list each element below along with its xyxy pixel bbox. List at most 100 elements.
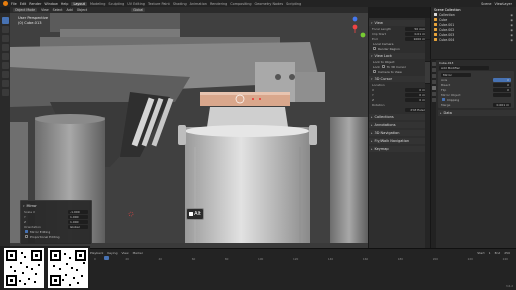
frame-tick-label: 0 bbox=[94, 257, 96, 261]
menu-file[interactable]: File bbox=[11, 2, 17, 6]
eye-icon[interactable]: ◉ bbox=[510, 28, 513, 32]
mesh-object-icon bbox=[434, 38, 437, 41]
workspace-tab-compositing[interactable]: Compositing bbox=[230, 2, 251, 6]
mirror-flip-x-toggle[interactable]: X bbox=[493, 87, 511, 92]
focal-length-field[interactable]: 50 mm bbox=[405, 26, 427, 31]
measure-tool-icon[interactable] bbox=[1, 80, 9, 87]
collapse-arrow-icon: ▾ bbox=[371, 21, 373, 25]
merge-distance-field[interactable]: 0.001 m bbox=[493, 102, 511, 107]
orientation-selector[interactable]: Global bbox=[68, 224, 88, 229]
move-tool-icon[interactable] bbox=[1, 35, 9, 42]
select-tool-icon[interactable] bbox=[1, 17, 9, 24]
playhead[interactable] bbox=[104, 256, 109, 260]
menu-window[interactable]: Window bbox=[44, 2, 57, 6]
start-frame-field[interactable]: 1 bbox=[489, 251, 491, 255]
outliner-item[interactable]: Cube.004 ◉ bbox=[431, 37, 516, 42]
eye-icon[interactable]: ◉ bbox=[510, 38, 513, 42]
mode-selector[interactable]: Object Mode bbox=[13, 8, 38, 12]
proportional-editing-checkbox[interactable]: Proportional Editing bbox=[21, 234, 91, 239]
expand-arrow-icon: ▸ bbox=[371, 131, 373, 135]
workspace-tab-scripting[interactable]: Scripting bbox=[286, 2, 301, 6]
mirror-axis-x-toggle[interactable]: X bbox=[493, 77, 511, 82]
blender-logo-icon[interactable] bbox=[3, 1, 8, 6]
menu-render[interactable]: Render bbox=[29, 2, 41, 6]
menu-marker[interactable]: Marker bbox=[133, 251, 143, 255]
output-tab-icon[interactable] bbox=[431, 74, 436, 78]
redo-last-panel: ▾ Mirror Scale X -1.000 Y 1.000 Z 1.000 Orie… bbox=[20, 200, 92, 245]
mesh-object-icon bbox=[434, 28, 437, 31]
annotations-panel-header[interactable]: ▸ Annotations bbox=[369, 122, 430, 128]
camera-to-view-checkbox[interactable]: Camera to View bbox=[369, 69, 430, 74]
view-layer-selector[interactable]: ViewLayer bbox=[495, 2, 513, 6]
menu-playback[interactable]: Playback bbox=[90, 251, 103, 255]
material-tab-icon[interactable] bbox=[431, 98, 436, 102]
menu-object[interactable]: Object bbox=[77, 8, 87, 12]
workspace-tab-animation[interactable]: Animation bbox=[190, 2, 207, 6]
timeline-ruler[interactable]: 0 20 40 60 80 100 120 140 160 180 200 22… bbox=[90, 257, 516, 261]
scale-y-field[interactable]: 1.000 bbox=[68, 214, 88, 219]
end-frame-field[interactable]: 250 bbox=[504, 251, 510, 255]
eye-icon[interactable]: ◉ bbox=[510, 23, 513, 27]
keymap-panel-header[interactable]: ▸ Keymap bbox=[369, 146, 430, 152]
clip-start-field[interactable]: 0.01 m bbox=[405, 31, 427, 36]
menu-edit[interactable]: Edit bbox=[20, 2, 27, 6]
menu-view[interactable]: View bbox=[41, 8, 49, 12]
workspace-tab-texture-paint[interactable]: Texture Paint bbox=[148, 2, 170, 6]
mirror-object-field[interactable] bbox=[493, 92, 511, 97]
add-cube-tool-icon[interactable] bbox=[1, 89, 9, 96]
status-bar: 3.6.2 bbox=[430, 284, 516, 290]
mirror-bisect-x-toggle[interactable]: X bbox=[493, 82, 511, 87]
workspace-tab-uv-editing[interactable]: UV Editing bbox=[127, 2, 145, 6]
workspace-tab-rendering[interactable]: Rendering bbox=[210, 2, 227, 6]
qr-code-overlay bbox=[0, 246, 90, 290]
transform-tool-icon[interactable] bbox=[1, 62, 9, 69]
scene-selector[interactable]: Scene bbox=[481, 2, 491, 6]
cursor-y-field[interactable]: 0 m bbox=[405, 92, 427, 97]
frame-tick-label: 40 bbox=[158, 257, 163, 261]
modifier-name-field[interactable]: Mirror bbox=[441, 72, 471, 77]
cursor-z-field[interactable]: 0 m bbox=[405, 97, 427, 102]
mesh-object-icon bbox=[434, 23, 437, 26]
workspace-tab-layout[interactable]: Layout bbox=[71, 1, 87, 6]
rotation-mode-selector[interactable]: XYZ Euler bbox=[405, 107, 427, 112]
timeline-header: Playback Keying View Marker Start 1 End … bbox=[90, 250, 516, 255]
frame-tick-label: 180 bbox=[397, 257, 404, 261]
qr-code-image bbox=[4, 248, 44, 288]
add-modifier-button[interactable]: Add Modifier bbox=[439, 65, 489, 70]
tool-tab-icon[interactable] bbox=[431, 62, 436, 66]
scale-x-field[interactable]: -1.000 bbox=[68, 209, 88, 214]
outliner: Scene Collection Collection ◉ Cube ◉ Cube.… bbox=[430, 7, 516, 59]
cursor-tool-icon[interactable] bbox=[1, 26, 9, 33]
workspace-tab-geometry-nodes[interactable]: Geometry Nodes bbox=[255, 2, 284, 6]
data-tab-icon[interactable] bbox=[431, 92, 436, 96]
eye-icon[interactable]: ◉ bbox=[510, 18, 513, 22]
object-tab-icon[interactable] bbox=[431, 80, 436, 84]
frame-tick-label: 240 bbox=[502, 257, 508, 261]
viewport-header: Object Mode View Select Add Object Globa… bbox=[10, 7, 368, 13]
collapse-arrow-icon: ▾ bbox=[371, 54, 373, 58]
menu-keying[interactable]: Keying bbox=[107, 251, 117, 255]
scale-z-field[interactable]: 1.000 bbox=[68, 219, 88, 224]
menu-add[interactable]: Add bbox=[67, 8, 73, 12]
clip-end-field[interactable]: 1000 m bbox=[405, 36, 427, 41]
collections-panel-header[interactable]: ▸ Collections bbox=[369, 114, 430, 120]
menu-view[interactable]: View bbox=[121, 251, 128, 255]
workspace-tab-sculpting[interactable]: Sculpting bbox=[108, 2, 124, 6]
rotate-tool-icon[interactable] bbox=[1, 44, 9, 51]
menu-help[interactable]: Help bbox=[61, 2, 69, 6]
fly-walk-panel-header[interactable]: ▸ Fly/Walk Navigation bbox=[369, 138, 430, 144]
render-tab-icon[interactable] bbox=[431, 68, 436, 72]
modifier-tab-icon[interactable] bbox=[431, 86, 436, 90]
eye-icon[interactable]: ◉ bbox=[510, 33, 513, 37]
render-region-checkbox[interactable]: Render Region bbox=[369, 46, 430, 51]
scale-tool-icon[interactable] bbox=[1, 53, 9, 60]
menu-select[interactable]: Select bbox=[53, 8, 63, 12]
workspace-tab-modeling[interactable]: Modeling bbox=[90, 2, 105, 6]
cursor-x-field[interactable]: 0 m bbox=[405, 87, 427, 92]
workspace-tab-shading[interactable]: Shading bbox=[173, 2, 187, 6]
annotate-tool-icon[interactable] bbox=[1, 71, 9, 78]
data-subpanel-header[interactable]: ▸ Data bbox=[438, 110, 516, 116]
eye-icon[interactable]: ◉ bbox=[510, 13, 513, 17]
transform-orientation-selector[interactable]: Global bbox=[131, 8, 146, 12]
navigation-panel-header[interactable]: ▸ 3D Navigation bbox=[369, 130, 430, 136]
